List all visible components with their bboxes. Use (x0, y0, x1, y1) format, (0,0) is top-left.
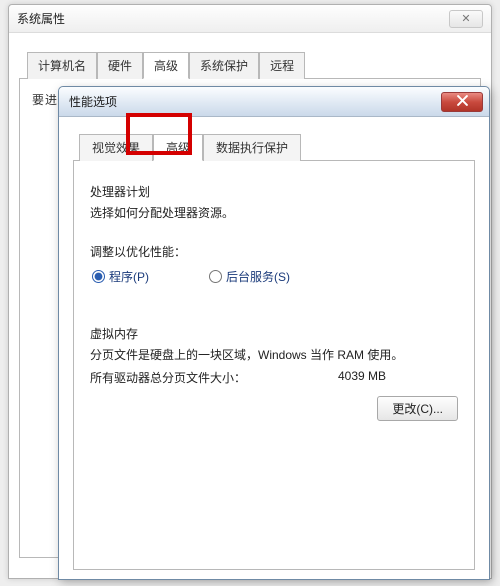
window-title: 系统属性 (17, 10, 449, 27)
vm-total-label: 所有驱动器总分页文件大小： (90, 369, 338, 386)
child-tabstrip: 视觉效果 高级 数据执行保护 (79, 133, 475, 160)
close-button[interactable]: ✕ (449, 10, 483, 28)
vm-section-title: 虚拟内存 (90, 325, 458, 342)
system-properties-titlebar: 系统属性 ✕ (9, 5, 491, 33)
adjust-radio-group: 程序(P) 后台服务(S) (90, 268, 458, 285)
radio-background[interactable]: 后台服务(S) (209, 268, 290, 285)
performance-options-titlebar: 性能选项 (59, 87, 489, 117)
close-icon: ✕ (461, 12, 470, 25)
performance-options-window: 性能选项 视觉效果 高级 数据执行保护 处理器计划 选择如何分配处理器资源。 调… (58, 86, 490, 580)
processor-section-desc: 选择如何分配处理器资源。 (90, 204, 458, 221)
dialog-title: 性能选项 (69, 93, 441, 110)
child-tab-panel: 处理器计划 选择如何分配处理器资源。 调整以优化性能： 程序(P) 后台服务(S… (73, 160, 475, 570)
adjust-label: 调整以优化性能： (90, 243, 458, 260)
radio-programs-label: 程序(P) (109, 268, 149, 285)
radio-background-label: 后台服务(S) (226, 268, 290, 285)
vm-total-row: 所有驱动器总分页文件大小： 4039 MB (90, 369, 458, 386)
radio-programs[interactable]: 程序(P) (92, 268, 149, 285)
tab-visual-effects[interactable]: 视觉效果 (79, 134, 153, 161)
tab-advanced[interactable]: 高级 (153, 134, 203, 161)
vm-section-desc: 分页文件是硬盘上的一块区域，Windows 当作 RAM 使用。 (90, 346, 458, 363)
tab-advanced[interactable]: 高级 (143, 52, 189, 79)
performance-options-body: 视觉效果 高级 数据执行保护 处理器计划 选择如何分配处理器资源。 调整以优化性… (59, 117, 489, 586)
radio-background-input[interactable] (209, 270, 222, 283)
tab-dep[interactable]: 数据执行保护 (203, 134, 301, 161)
radio-programs-input[interactable] (92, 270, 105, 283)
close-button[interactable] (441, 92, 483, 112)
tab-computer-name[interactable]: 计算机名 (27, 52, 97, 79)
tab-system-protection[interactable]: 系统保护 (189, 52, 259, 79)
change-button[interactable]: 更改(C)... (377, 396, 458, 421)
vm-button-row: 更改(C)... (90, 396, 458, 421)
tab-hardware[interactable]: 硬件 (97, 52, 143, 79)
processor-section-title: 处理器计划 (90, 183, 458, 200)
vm-total-value: 4039 MB (338, 369, 458, 386)
parent-tabstrip: 计算机名 硬件 高级 系统保护 远程 (27, 51, 481, 78)
close-icon (457, 95, 468, 109)
tab-remote[interactable]: 远程 (259, 52, 305, 79)
